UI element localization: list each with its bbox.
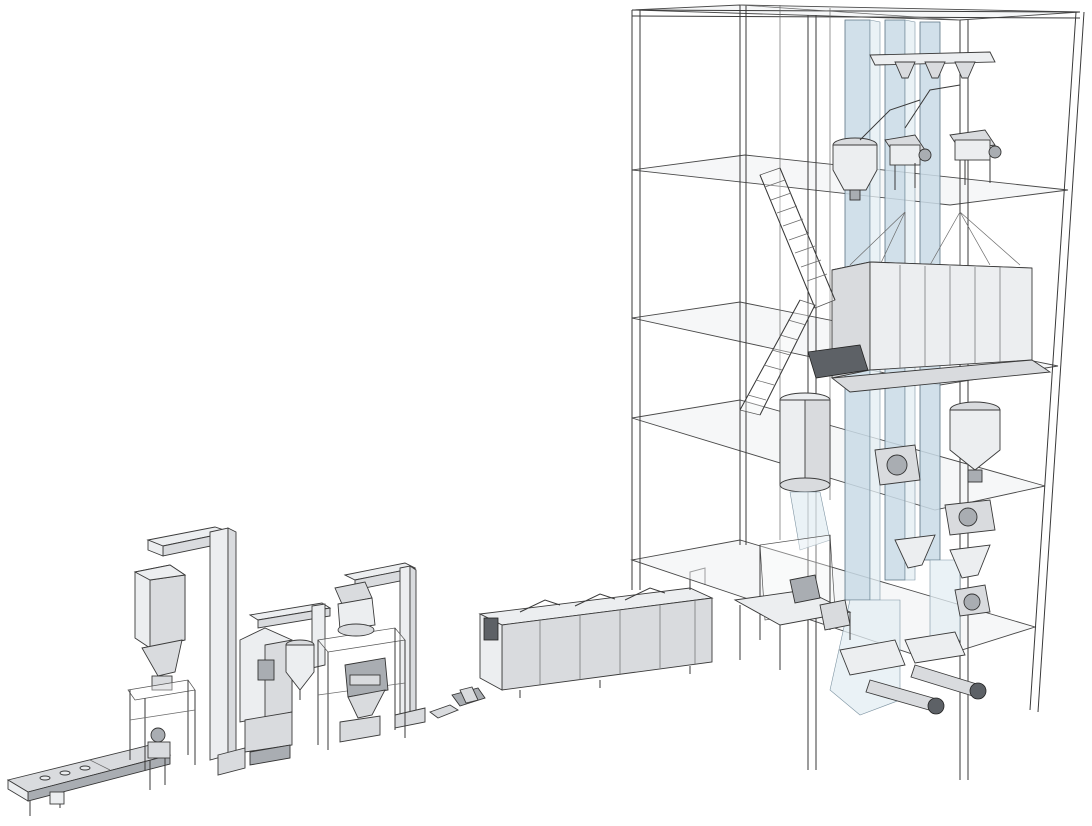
plant-diagram [6, 4, 1085, 816]
staircase [739, 167, 836, 416]
mixer-tank [779, 392, 831, 551]
cyclone-dryer-unit [239, 602, 332, 766]
transfer-conveyor [429, 686, 486, 719]
feed-conveyor [6, 744, 172, 816]
storage-silo [127, 564, 196, 770]
mill-unit [317, 562, 426, 750]
belt-oven [478, 567, 714, 698]
